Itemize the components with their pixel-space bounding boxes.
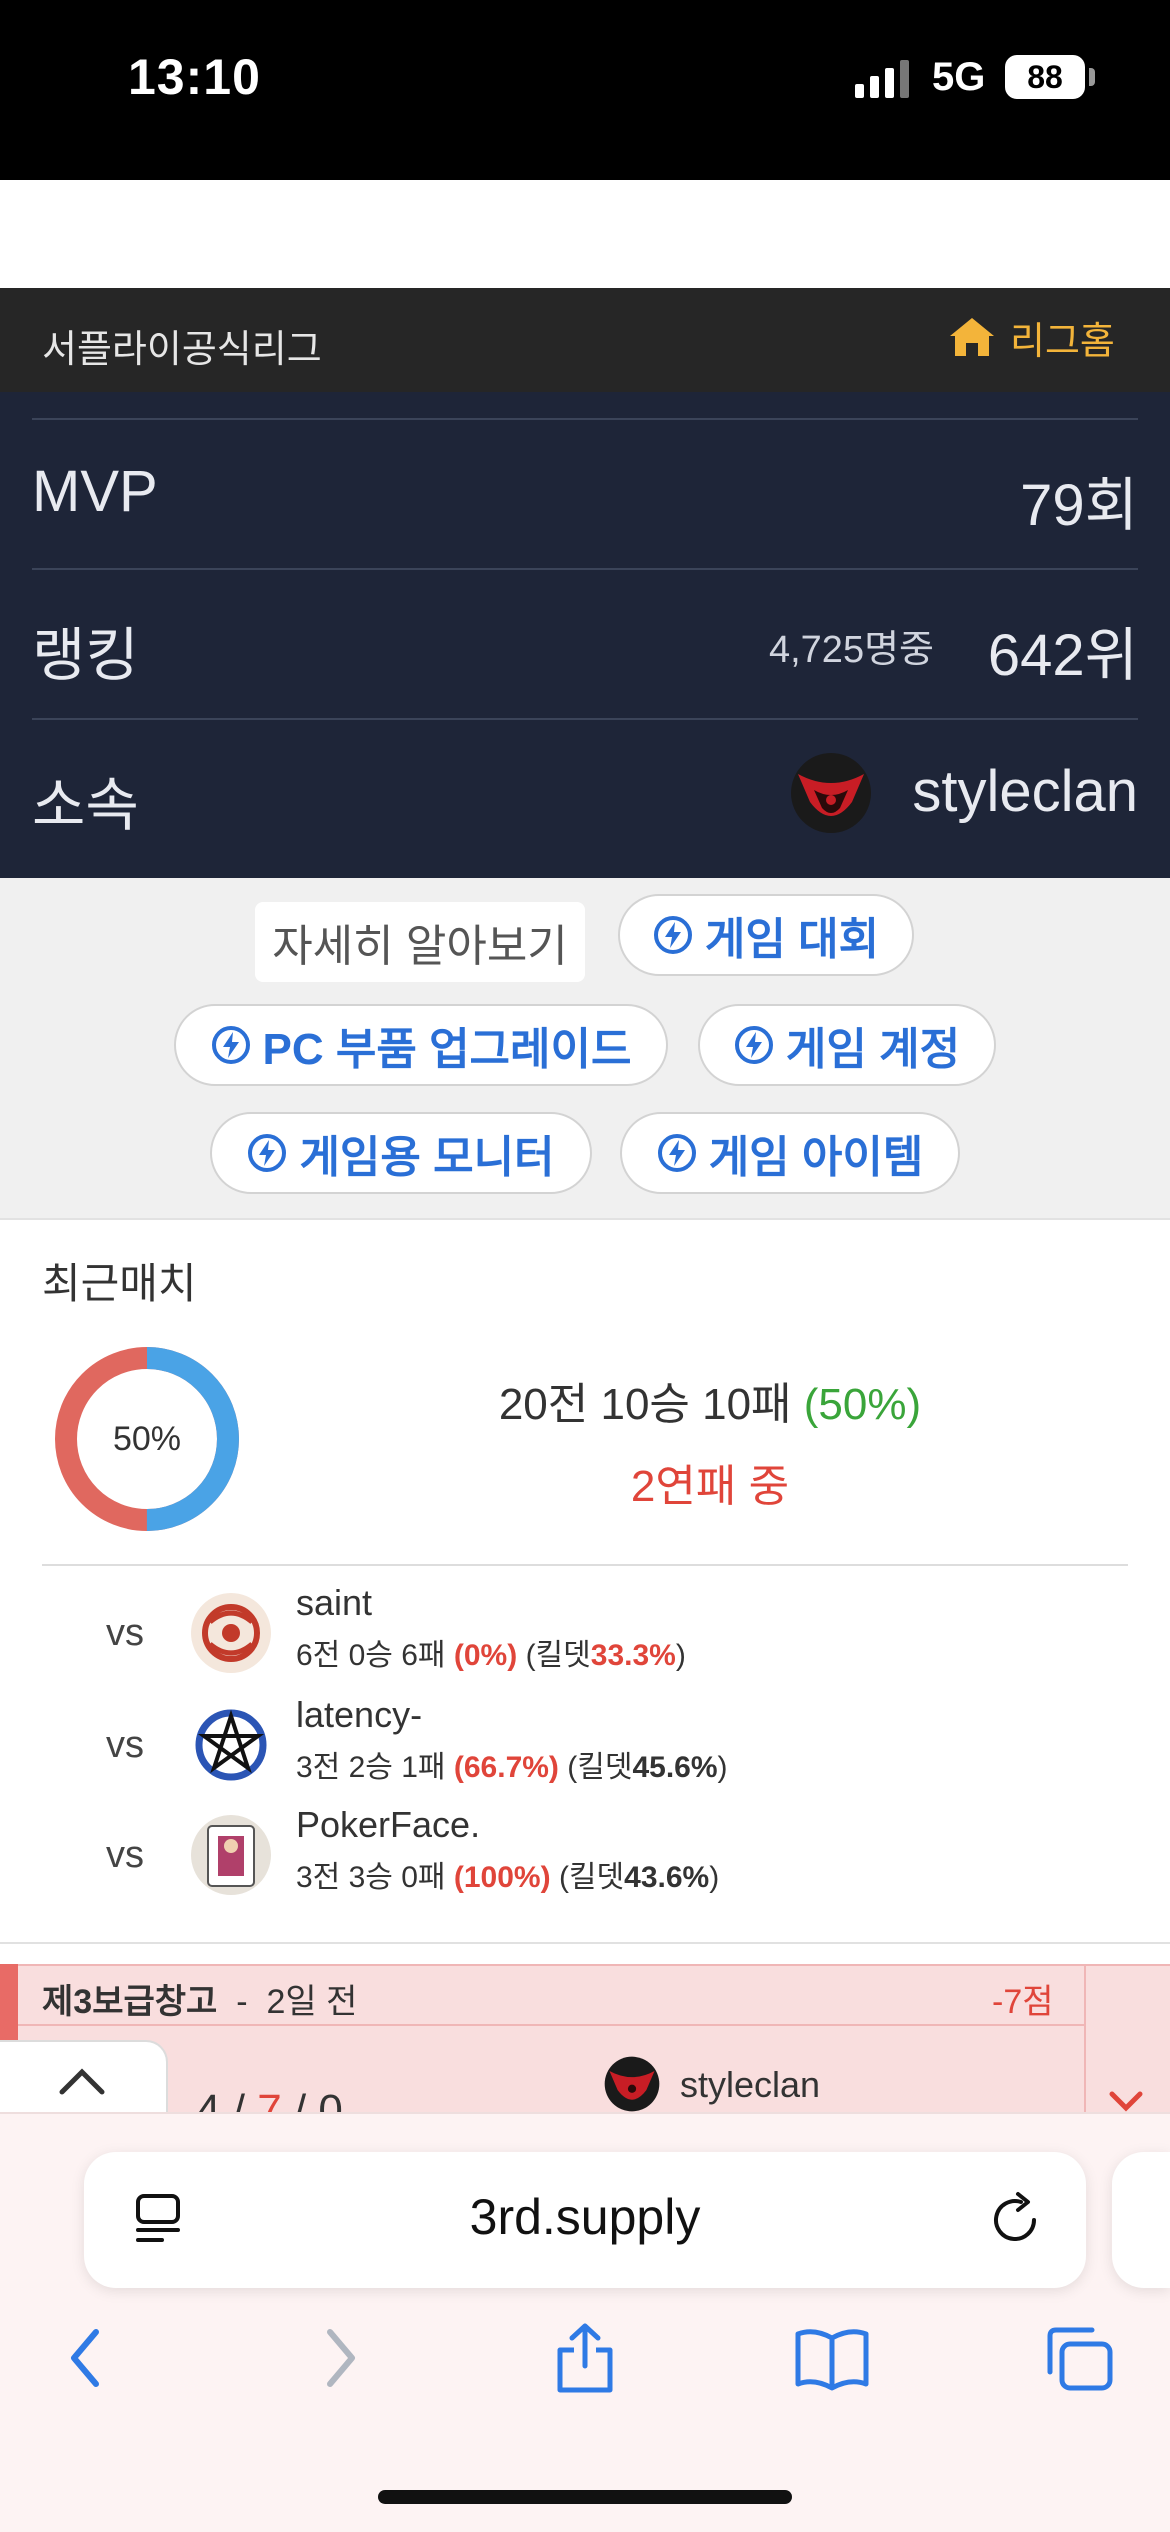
clan-name[interactable]: styleclan: [912, 758, 1138, 825]
ad-button-game-tournament[interactable]: 게임 대회: [618, 894, 914, 976]
opponent-record: 6전 0승 6패: [296, 1639, 446, 1672]
opponent-stats: 3전 3승 0패 (100%) (킬뎃43.6%): [296, 1852, 719, 1896]
signal-icon: [855, 58, 915, 98]
match-map: 제3보급창고: [42, 1983, 218, 2021]
bolt-icon: [734, 1026, 773, 1064]
clan-logo-icon[interactable]: [790, 752, 872, 834]
learn-more-button[interactable]: 자세히 알아보기: [255, 902, 585, 982]
ad-button-game-account[interactable]: 게임 계정: [698, 1004, 996, 1086]
kd-close: ): [709, 1861, 720, 1894]
kd-close: ): [717, 1751, 728, 1784]
opponent-kd: 43.6%: [624, 1861, 710, 1894]
match-header: 제3보급창고 - 2일 전: [42, 1974, 357, 2023]
login-icon[interactable]: [1062, 186, 1126, 242]
opponent-win-pct: (100%): [453, 1861, 551, 1894]
reload-icon[interactable]: [988, 2190, 1042, 2246]
ad-button-label: 게임 대회: [704, 915, 880, 964]
bookmarks-icon[interactable]: [792, 2322, 872, 2394]
opponent-kd: 45.6%: [632, 1751, 718, 1784]
divider: [32, 718, 1138, 720]
opponent-name: PokerFace.: [296, 1804, 481, 1845]
record-percent: (50%): [803, 1380, 922, 1429]
tabs-icon[interactable]: [1042, 2322, 1116, 2394]
network-type: 5G: [932, 55, 986, 99]
ad-button-gaming-monitor[interactable]: 게임용 모니터: [210, 1112, 592, 1194]
ad-button-pc-parts[interactable]: PC 부품 업그레이드: [174, 1004, 668, 1086]
mvp-label: MVP: [32, 459, 158, 524]
divider: [32, 418, 1138, 420]
opponent-win-pct: (0%): [453, 1639, 518, 1672]
league-home-link[interactable]: 리그홈: [948, 312, 1115, 363]
opponent-row[interactable]: vs latency- 3전 2승 1패 (66.7%) (킬뎃45.6%): [0, 1690, 1170, 1800]
url-text[interactable]: 3rd.supply: [84, 2188, 1086, 2246]
battery-icon: 88: [1005, 55, 1085, 99]
opponent-avatar: [191, 1815, 271, 1895]
opponent-record: 3전 3승 0패: [296, 1861, 446, 1894]
rank-total: 4,725명중: [768, 629, 934, 671]
mvp-value: 79회: [1020, 473, 1138, 538]
home-icon: [950, 318, 994, 356]
ad-button-label: PC 부품 업그레이드: [262, 1025, 632, 1074]
kd-label: (킬뎃: [525, 1639, 591, 1672]
opponent-stats: 3전 2승 1패 (66.7%) (킬뎃45.6%): [296, 1742, 728, 1786]
league-home-label: 리그홈: [1010, 320, 1115, 363]
divider: [42, 1564, 1128, 1566]
vs-label: vs: [106, 1724, 144, 1766]
rank-label: 랭킹: [32, 623, 139, 688]
match-points: -7점: [992, 1983, 1054, 2021]
forward-icon[interactable]: [316, 2322, 364, 2394]
battery-level: 88: [1027, 59, 1063, 95]
opponent-kd: 33.3%: [590, 1639, 676, 1672]
ad-button-label: 게임 아이템: [708, 1133, 924, 1182]
divider: [1084, 1964, 1086, 2132]
status-time: 13:10: [128, 49, 261, 105]
losing-streak: 2연패 중: [630, 1462, 790, 1511]
back-icon[interactable]: [62, 2322, 110, 2394]
opponent-avatar: [191, 1593, 271, 1673]
kd-label: (킬뎃: [567, 1751, 633, 1784]
clan-logo-icon: [604, 2056, 660, 2112]
ad-button-label: 게임용 모니터: [299, 1133, 555, 1182]
divider: [32, 568, 1138, 570]
rank-value: 642위: [987, 623, 1138, 688]
match-clan-name: styleclan: [680, 2064, 821, 2105]
kd-label: (킬뎃: [558, 1861, 625, 1894]
record-text: 20전 10승 10패: [498, 1380, 792, 1429]
win-rate-donut: 50%: [55, 1347, 239, 1531]
record-summary: 20전 10승 10패 (50%): [480, 1368, 940, 1432]
opponent-row[interactable]: vs saint 6전 0승 6패 (0%) (킬뎃33.3%): [0, 1578, 1170, 1688]
match-separator: -: [236, 1983, 248, 2021]
hamburger-menu-icon[interactable]: [46, 188, 98, 238]
opponent-avatar: [191, 1705, 271, 1785]
bolt-icon: [211, 1026, 250, 1064]
vs-label: vs: [106, 1612, 144, 1654]
home-indicator: [378, 2490, 792, 2504]
recent-matches-title: 최근매치: [42, 1260, 197, 1307]
bolt-icon: [248, 1134, 287, 1172]
ad-button-label: 게임 계정: [785, 1025, 961, 1074]
clan-label: 소속: [32, 773, 139, 838]
opponent-name: saint: [296, 1582, 373, 1623]
kd-close: ): [675, 1639, 686, 1672]
next-tab-preview[interactable]: [1112, 2152, 1170, 2288]
opponent-name: latency-: [296, 1694, 423, 1735]
opponent-win-pct: (66.7%): [453, 1751, 559, 1784]
opponent-stats: 6전 0승 6패 (0%) (킬뎃33.3%): [296, 1630, 686, 1674]
bolt-icon: [657, 1134, 696, 1172]
opponent-row[interactable]: vs PokerFace. 3전 3승 0패 (100%) (킬뎃43.6%): [0, 1800, 1170, 1910]
donut-label: 50%: [113, 1420, 181, 1458]
match-time-ago: 2일 전: [266, 1983, 358, 2021]
league-title: 서플라이공식리그: [42, 329, 322, 371]
ad-button-game-items[interactable]: 게임 아이템: [620, 1112, 960, 1194]
divider: [18, 2024, 1084, 2026]
vs-label: vs: [106, 1834, 144, 1876]
bolt-icon: [653, 916, 692, 954]
chevron-up-icon[interactable]: [56, 2064, 108, 2098]
opponent-record: 3전 2승 1패: [296, 1751, 446, 1784]
battery-tip: [1089, 68, 1095, 86]
chevron-down-icon[interactable]: [1108, 2090, 1144, 2114]
share-icon[interactable]: [550, 2322, 620, 2394]
